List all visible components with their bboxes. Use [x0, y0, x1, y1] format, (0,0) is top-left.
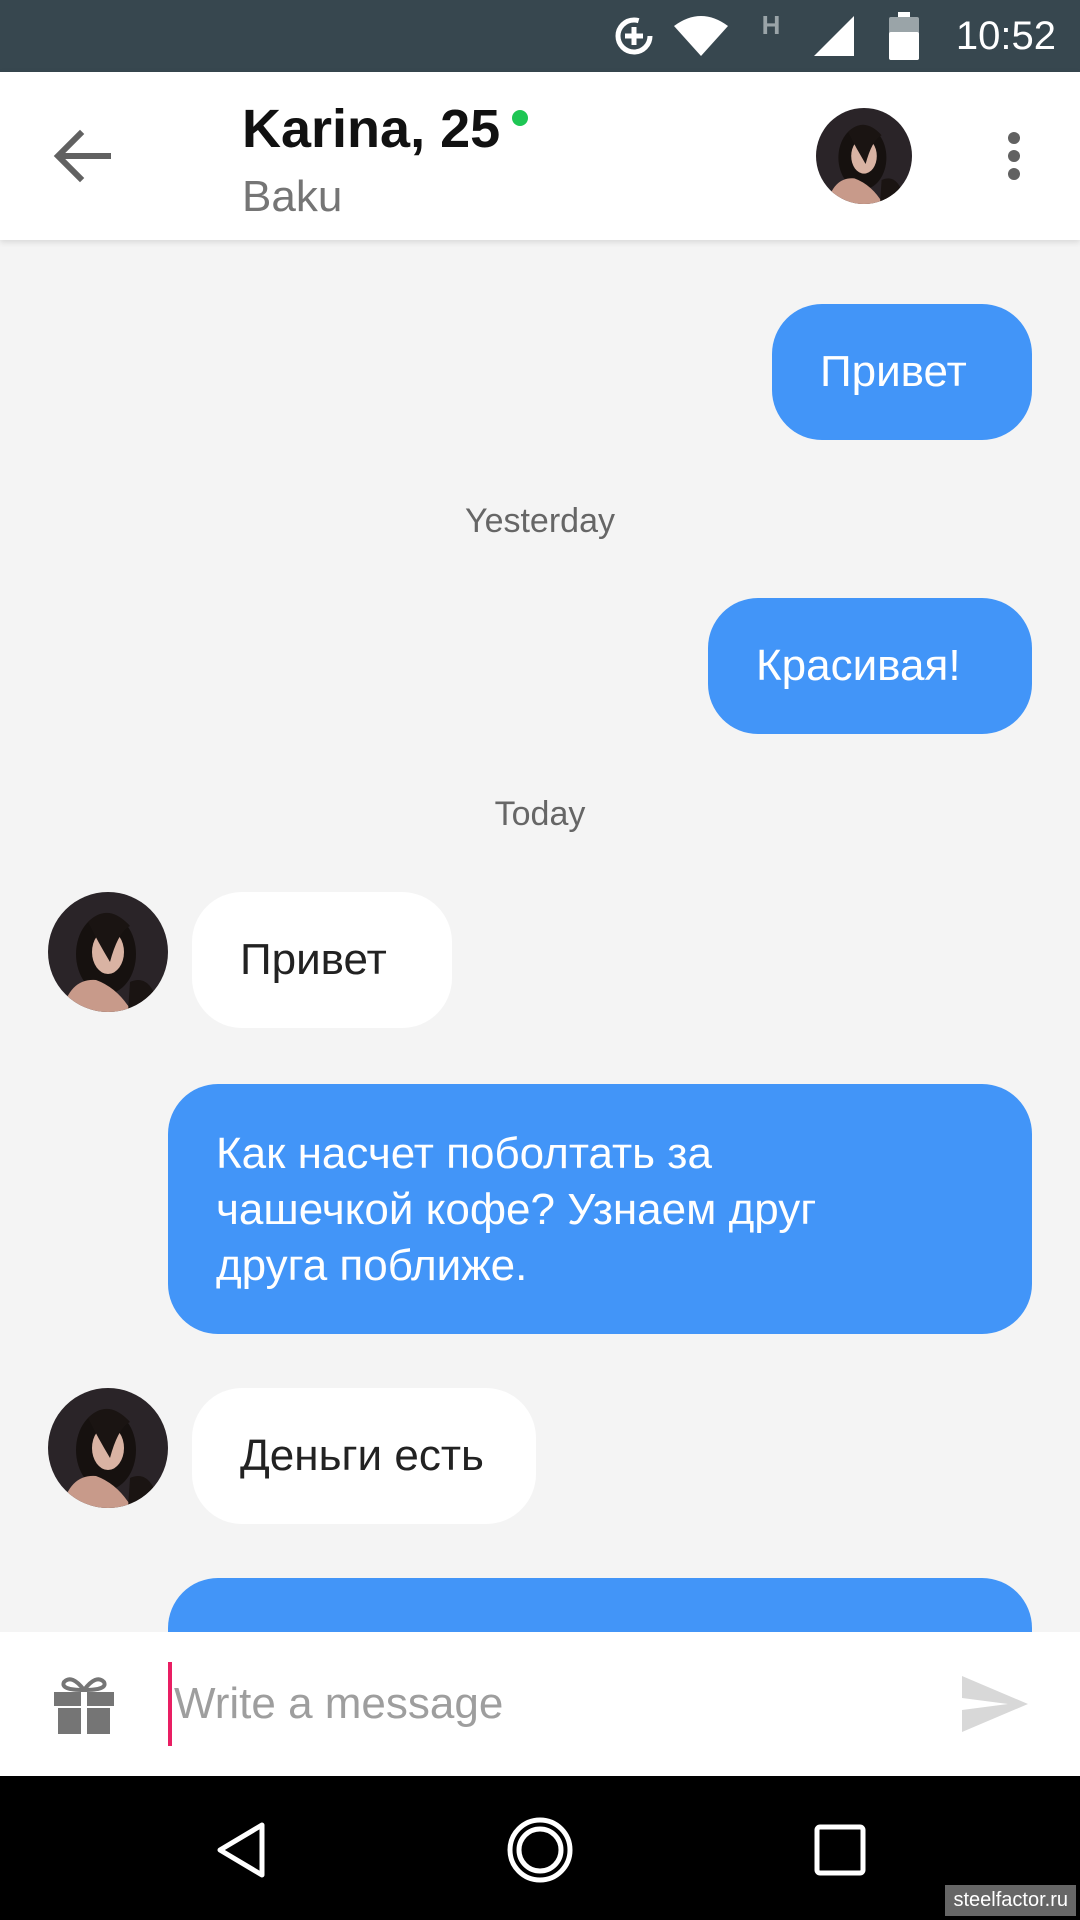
composer-bar: [0, 1632, 1080, 1776]
message-list[interactable]: Привет Yesterday Красивая! Today Привет …: [0, 240, 1080, 1632]
contact-city: Baku: [242, 172, 343, 221]
message-line: Как насчет поболтать за: [216, 1129, 712, 1178]
circle-home-icon: [507, 1817, 573, 1883]
system-nav-bar: [0, 1776, 1080, 1920]
gift-button[interactable]: [52, 1676, 116, 1736]
wifi-icon: [670, 0, 732, 72]
nav-home-button[interactable]: [498, 1808, 582, 1892]
battery-icon: [884, 0, 924, 72]
clock: 10:52: [955, 14, 1056, 58]
send-icon: [962, 1676, 1028, 1732]
message-outgoing[interactable]: Как насчет поболтать за чашечкой кофе? У…: [168, 1084, 1032, 1334]
data-saver-icon: [610, 0, 658, 72]
profile-photo: [48, 892, 168, 1012]
message-incoming[interactable]: Деньги есть: [192, 1388, 536, 1524]
message-outgoing-partial[interactable]: [168, 1578, 1032, 1632]
network-type-icon: H: [761, 10, 781, 40]
message-outgoing[interactable]: Привет: [772, 304, 1032, 440]
message-input[interactable]: [168, 1662, 928, 1746]
more-options-button[interactable]: [990, 124, 1038, 188]
profile-photo: [816, 108, 912, 204]
gift-icon: [54, 1677, 114, 1734]
send-button[interactable]: [960, 1674, 1030, 1734]
arrow-left-icon: [53, 129, 111, 183]
date-separator: Today: [494, 795, 586, 833]
date-separator: Yesterday: [465, 502, 615, 540]
online-status-dot: [512, 110, 529, 126]
message-outgoing[interactable]: Красивая!: [708, 598, 1032, 734]
watermark: steelfactor.ru: [945, 1885, 1076, 1916]
message-incoming[interactable]: Привет: [192, 892, 452, 1028]
cell-signal-icon: [810, 0, 858, 72]
avatar[interactable]: [48, 1388, 168, 1508]
back-button[interactable]: [40, 114, 124, 198]
status-bar: H 10:52: [0, 0, 1080, 72]
message-line: друга поближе.: [216, 1241, 528, 1290]
contact-name: Karina, 25: [242, 99, 501, 159]
contact-name-row[interactable]: Karina, 25: [242, 94, 529, 164]
triangle-back-icon: [217, 1822, 265, 1878]
nav-back-button[interactable]: [200, 1808, 284, 1892]
message-line: чашечкой кофе? Узнаем друг: [216, 1185, 817, 1234]
more-vert-icon: [1008, 132, 1020, 144]
square-recents-icon: [814, 1824, 866, 1876]
chat-header: Karina, 25 Baku: [0, 72, 1080, 240]
avatar[interactable]: [48, 892, 168, 1012]
avatar[interactable]: [816, 108, 912, 204]
profile-photo: [48, 1388, 168, 1508]
nav-recents-button[interactable]: [798, 1808, 882, 1892]
